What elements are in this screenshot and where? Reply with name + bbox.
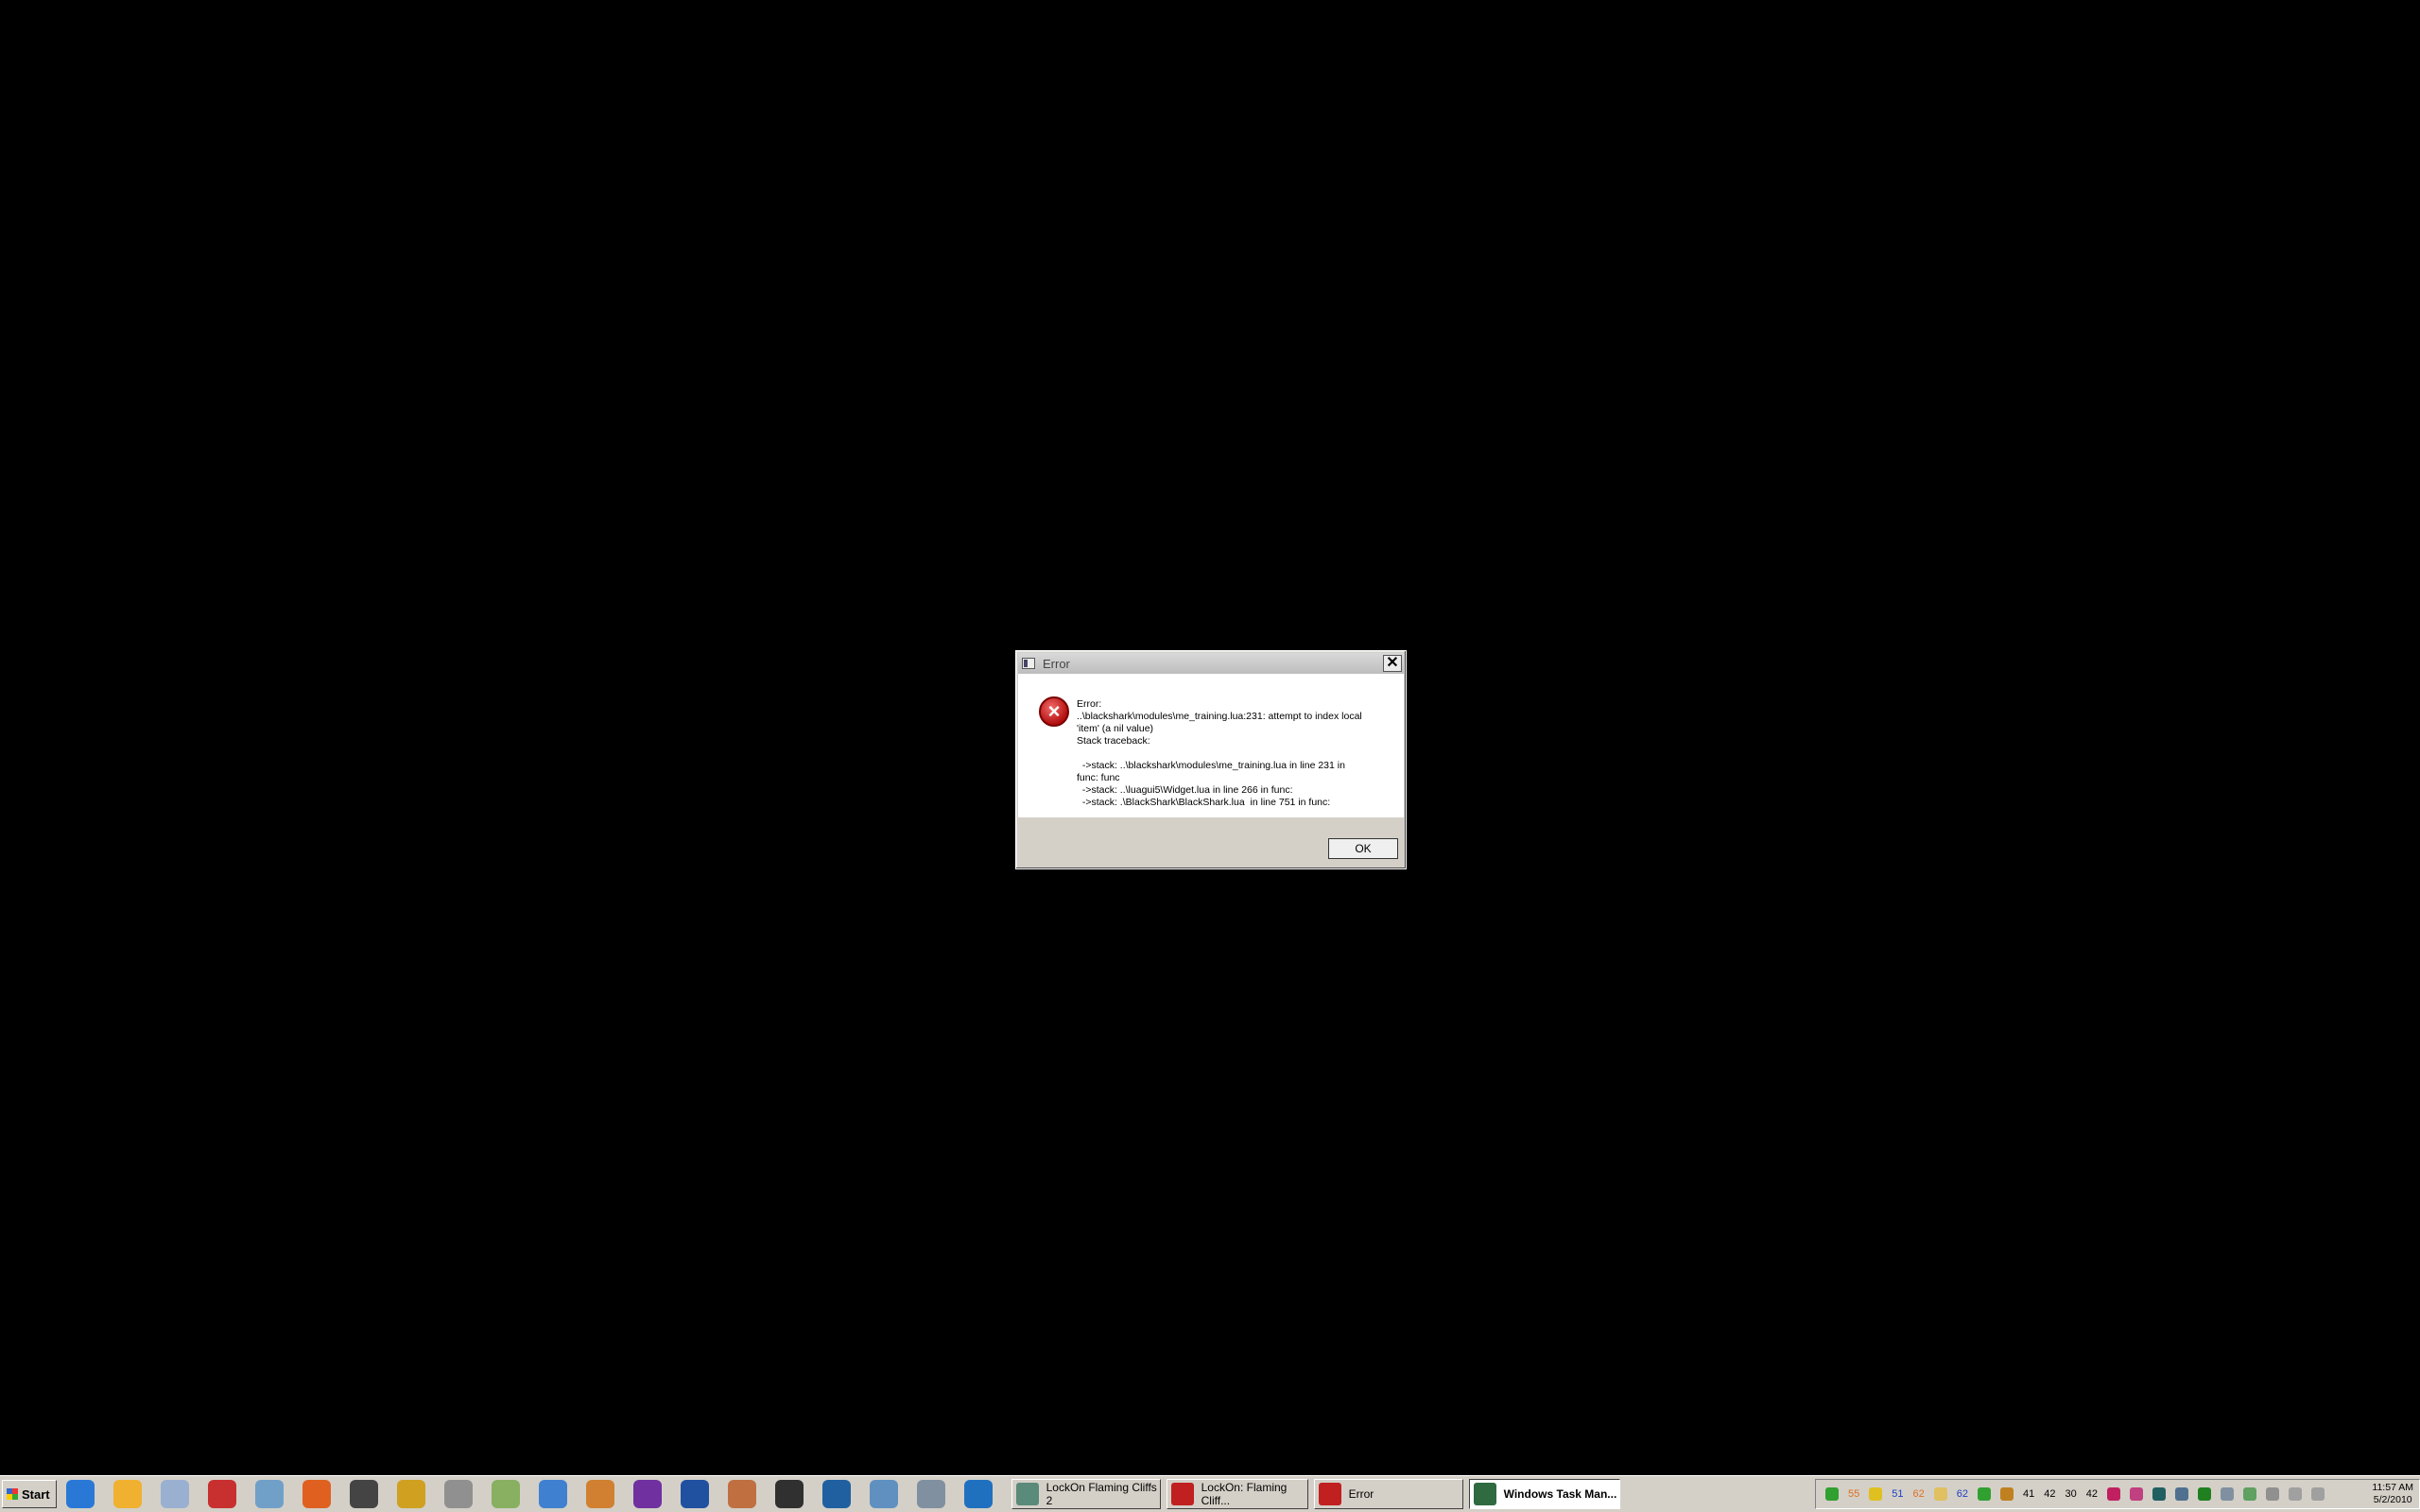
antivirus-icon[interactable]	[207, 1480, 236, 1508]
taskbar: Start LockOn Flaming Cliffs 2 LockOn: Fla…	[0, 1475, 2420, 1512]
network-icon[interactable]	[821, 1480, 851, 1508]
task-button[interactable]: Windows Task Man...	[1468, 1479, 1620, 1509]
clock[interactable]: 11:57 AM 5/2/2010	[2372, 1482, 2413, 1506]
itunes-icon[interactable]	[538, 1480, 567, 1508]
paint-icon[interactable]	[491, 1480, 520, 1508]
tray-temp-1[interactable]: 55	[1848, 1488, 1859, 1500]
tray-41-icon[interactable]: 41	[2023, 1488, 2034, 1500]
hand-icon[interactable]	[727, 1480, 756, 1508]
dialog-titlebar[interactable]: Error ✕	[1018, 653, 1404, 674]
feather-icon[interactable]	[254, 1480, 284, 1508]
tray-temp-2[interactable]: 51	[1892, 1488, 1903, 1500]
dialog-title: Error	[1043, 656, 1070, 671]
window-icon[interactable]	[869, 1480, 898, 1508]
task-button[interactable]: LockOn: Flaming Cliff...	[1166, 1479, 1308, 1509]
tray-temp-3[interactable]: 62	[1913, 1488, 1925, 1500]
word-icon[interactable]	[680, 1480, 709, 1508]
tray-green-icon[interactable]	[2198, 1487, 2211, 1501]
windows-logo-icon	[7, 1488, 18, 1500]
task-label: LockOn: Flaming Cliff...	[1201, 1481, 1288, 1507]
task-label: LockOn Flaming Cliffs 2	[1046, 1481, 1157, 1507]
tray-sync-icon[interactable]	[1978, 1487, 1991, 1501]
clock-time: 11:57 AM	[2372, 1482, 2413, 1493]
task-app-icon	[1170, 1483, 1194, 1505]
firefox-icon[interactable]	[302, 1480, 331, 1508]
cursor-icon[interactable]	[443, 1480, 473, 1508]
task-app-icon	[1015, 1483, 1039, 1505]
media-icon[interactable]	[349, 1480, 378, 1508]
tray-42-icon[interactable]: 42	[2044, 1488, 2055, 1500]
tray-doc-icon[interactable]	[2130, 1487, 2143, 1501]
tray-network-icon[interactable]	[2175, 1487, 2188, 1501]
task-button[interactable]: LockOn Flaming Cliffs 2	[1011, 1479, 1161, 1509]
start-label: Start	[22, 1486, 50, 1502]
fraps-icon[interactable]	[963, 1480, 993, 1508]
task-label: Windows Task Man...	[1503, 1487, 1617, 1501]
task-button[interactable]: Error	[1313, 1479, 1463, 1509]
system-tray: 55 51 62 62 41 42 30 42 11:57 AM 5/2/2010	[1815, 1479, 2420, 1509]
clock-date: 5/2/2010	[2373, 1494, 2412, 1505]
tray-flag-icon[interactable]	[2266, 1487, 2279, 1501]
tray-security-icon[interactable]	[2243, 1487, 2256, 1501]
tray-volume-icon[interactable]	[2311, 1487, 2325, 1501]
dialog-body: × Error: ..\blackshark\modules\me_traini…	[1018, 674, 1404, 817]
error-icon: ×	[1039, 696, 1069, 727]
tray-computer-icon[interactable]	[2221, 1487, 2234, 1501]
task-app-icon	[1318, 1483, 1341, 1505]
tray-folder-icon[interactable]	[1933, 1487, 1947, 1501]
start-button[interactable]: Start	[2, 1480, 57, 1508]
tray-star-icon[interactable]	[1869, 1487, 1883, 1501]
tools-icon[interactable]	[396, 1480, 425, 1508]
tray-30-icon[interactable]: 30	[2066, 1488, 2077, 1500]
globe-icon[interactable]	[916, 1480, 945, 1508]
task-label: Error	[1348, 1487, 1374, 1501]
ok-button[interactable]: OK	[1328, 838, 1398, 859]
tray-signal-icon[interactable]	[2289, 1487, 2302, 1501]
tray-globe-icon[interactable]	[1825, 1487, 1839, 1501]
quick-launch	[65, 1480, 1011, 1508]
task-app-icon	[1473, 1483, 1496, 1505]
outlook-icon[interactable]	[112, 1480, 142, 1508]
internet-explorer-icon[interactable]	[65, 1480, 95, 1508]
window-app-icon	[1022, 658, 1035, 669]
close-button[interactable]: ✕	[1383, 655, 1402, 672]
error-dialog: Error ✕ × Error: ..\blackshark\modules\m…	[1015, 650, 1407, 869]
tray-temp-4[interactable]: 62	[1957, 1488, 1968, 1500]
yahoo-messenger-icon[interactable]	[632, 1480, 662, 1508]
tray-gear-icon[interactable]	[2000, 1487, 2014, 1501]
error-message: Error: ..\blackshark\modules\me_training…	[1077, 698, 1362, 808]
tray-42b-icon[interactable]: 42	[2086, 1488, 2098, 1500]
monkey-icon[interactable]	[585, 1480, 614, 1508]
task-buttons: LockOn Flaming Cliffs 2 LockOn: Flaming C…	[1011, 1479, 1626, 1509]
calculator-icon[interactable]	[160, 1480, 189, 1508]
tray-app-icon[interactable]	[2107, 1487, 2120, 1501]
eye-icon[interactable]	[774, 1480, 804, 1508]
tray-monitor-icon[interactable]	[2152, 1487, 2166, 1501]
